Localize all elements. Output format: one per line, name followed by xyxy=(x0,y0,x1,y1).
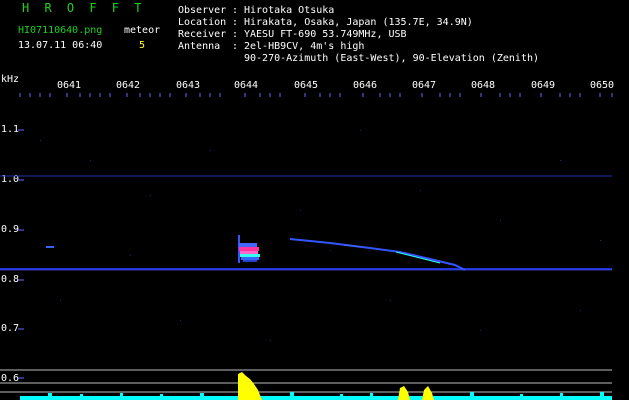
meteor-echo-trail-bright xyxy=(395,251,441,264)
meteor-echo-main xyxy=(238,235,260,263)
left-tick-marks xyxy=(18,129,24,379)
spectrum-noise-floor xyxy=(20,392,612,400)
spectrogram xyxy=(0,93,613,400)
spectrum-peaks xyxy=(238,372,434,400)
background-noise xyxy=(40,130,601,341)
top-tick-marks xyxy=(19,93,613,97)
meteor-echo-trail xyxy=(289,238,466,271)
hrofft-screen: H R O F F T HI07110640.png 13.07.11 06:4… xyxy=(0,0,629,400)
